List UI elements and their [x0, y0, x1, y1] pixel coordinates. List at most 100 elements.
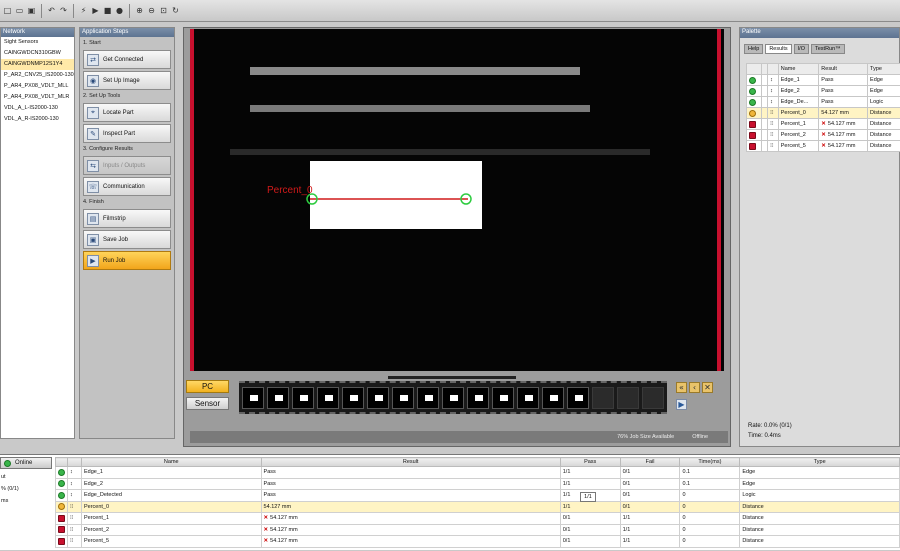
network-item[interactable]: Sight Sensors	[1, 37, 74, 48]
save-icon[interactable]: ▣	[26, 5, 37, 16]
step-button-locate-part[interactable]: ⌖Locate Part	[83, 103, 171, 122]
palette-row[interactable]: ⁝⁝Percent_054.127 mmDistance	[747, 108, 900, 119]
filmstrip-thumb[interactable]	[542, 387, 564, 409]
pc-view-button[interactable]: PC	[186, 380, 229, 393]
connect-icon: ⇄	[87, 54, 99, 66]
network-item[interactable]: P_AR2_CNV25_IS2000-130	[1, 70, 74, 81]
filmstrip-thumb[interactable]	[367, 387, 389, 409]
camera-image[interactable]: Percent_0	[190, 29, 724, 371]
filmstrip	[239, 381, 667, 414]
tab-results[interactable]: Results	[765, 44, 791, 54]
results-table: NameResultPassFailTime(ms)Type ↕Edge_1Pa…	[55, 457, 900, 548]
record-icon[interactable]: ●	[114, 5, 125, 16]
prev-frame-icon[interactable]: ‹	[689, 382, 700, 393]
filmstrip-thumb[interactable]	[442, 387, 464, 409]
palette-row[interactable]: ⁝⁝Percent_1✕54.127 mmDistance	[747, 119, 900, 130]
fail-status-icon	[58, 538, 65, 545]
row-time: 0	[680, 513, 740, 525]
open-icon[interactable]: ▭	[14, 5, 25, 16]
palette-row[interactable]: ⁝⁝Percent_2✕54.127 mmDistance	[747, 130, 900, 141]
filmstrip-thumb[interactable]	[242, 387, 264, 409]
results-row[interactable]: ↕Edge_2Pass1/10/10.1Edge	[56, 478, 900, 490]
filmstrip-thumb[interactable]	[267, 387, 289, 409]
fail-x-icon: ✕	[821, 121, 826, 127]
play-filmstrip-icon[interactable]: ▶	[676, 399, 687, 410]
results-row[interactable]: ⁝⁝Percent_054.127 mm1/10/10Distance	[56, 501, 900, 513]
zoom-in-icon[interactable]: ⊕	[134, 5, 145, 16]
tool-type-cell: ↕	[68, 467, 82, 479]
step-button-filmstrip[interactable]: ▤Filmstrip	[83, 209, 171, 228]
status-cell	[747, 75, 762, 86]
results-row[interactable]: ⁝⁝Percent_5✕54.127 mm0/11/10Distance	[56, 536, 900, 548]
row-fail: 0/1	[620, 501, 680, 513]
fail-status-icon	[749, 132, 756, 139]
filmstrip-thumb[interactable]	[467, 387, 489, 409]
filmstrip-thumb[interactable]	[292, 387, 314, 409]
palette-row[interactable]: ↕Edge_2PassEdge	[747, 86, 900, 97]
tab-help[interactable]: Help	[744, 44, 763, 54]
refresh-icon[interactable]: ↻	[170, 5, 181, 16]
stop-icon[interactable]: ■	[102, 5, 113, 16]
step-button-save-job[interactable]: ▣Save Job	[83, 230, 171, 249]
toolbar: □▭▣ ↶↷ ⚡▶■● ⊕⊖⊡↻	[0, 0, 900, 22]
tab-io[interactable]: I/O	[794, 44, 809, 54]
filmstrip-thumb[interactable]	[417, 387, 439, 409]
results-row[interactable]: ↕Edge_DetectedPass1/10/10Logic	[56, 490, 900, 502]
row-type: Edge	[740, 467, 900, 479]
communication-icon: ☏	[87, 181, 99, 193]
palette-row[interactable]: ⁝⁝Percent_5✕54.127 mmDistance	[747, 141, 900, 152]
zoom-fit-icon[interactable]: ⊡	[158, 5, 169, 16]
results-row[interactable]: ↕Edge_1Pass1/10/10.1Edge	[56, 467, 900, 479]
tab-testrun[interactable]: TestRun™	[811, 44, 845, 54]
filmstrip-thumb[interactable]	[517, 387, 539, 409]
pass-status-icon	[749, 99, 756, 106]
undo-icon[interactable]: ↶	[46, 5, 57, 16]
filmstrip-thumb[interactable]	[342, 387, 364, 409]
filmstrip-thumb[interactable]	[567, 387, 589, 409]
filmstrip-thumb[interactable]	[492, 387, 514, 409]
step-button-set-up-image[interactable]: ◉Set Up Image	[83, 71, 171, 90]
step-button-inspect-part[interactable]: ✎Inspect Part	[83, 124, 171, 143]
delete-frame-icon[interactable]: ✕	[702, 382, 713, 393]
network-item[interactable]: CAINGWDNMP12S1Y4	[1, 59, 74, 70]
edge-tool-icon: ↕	[770, 99, 773, 105]
palette-row[interactable]: ↕Edge_1PassEdge	[747, 75, 900, 86]
play-icon[interactable]: ▶	[90, 5, 101, 16]
row-fail: 0/1	[620, 490, 680, 502]
network-item[interactable]: P_AR4_PX08_VDLT_MLR	[1, 92, 74, 103]
step-button-run-job[interactable]: ▶Run Job	[83, 251, 171, 270]
connection-mode: Offline	[692, 434, 708, 440]
tool-type-cell: ↕	[68, 490, 82, 502]
io-icon: ⇆	[87, 160, 99, 172]
online-button[interactable]: Online	[0, 457, 52, 469]
network-item[interactable]: CAINGWDCN310GBW	[1, 48, 74, 59]
results-column-header: Pass	[560, 458, 620, 467]
filmstrip-play: ▶	[676, 399, 687, 410]
zoom-out-icon[interactable]: ⊖	[146, 5, 157, 16]
distance-tool-icon: ⁝⁝	[70, 527, 74, 533]
network-item[interactable]: VDL_A_L-IS2000-130	[1, 103, 74, 114]
step-button-get-connected[interactable]: ⇄Get Connected	[83, 50, 171, 69]
image-scroll-indicator[interactable]	[388, 376, 516, 379]
step-button-communication[interactable]: ☏Communication	[83, 177, 171, 196]
part-bar-top	[250, 67, 580, 75]
row-name: Edge_1	[81, 467, 261, 479]
new-icon[interactable]: □	[2, 5, 13, 16]
network-item[interactable]: P_AR4_PX08_VDLT_MLL	[1, 81, 74, 92]
first-frame-icon[interactable]: «	[676, 382, 687, 393]
palette-row[interactable]: ↕Edge_De...PassLogic	[747, 97, 900, 108]
pass-status-icon	[58, 469, 65, 476]
sensor-view-button[interactable]: Sensor	[186, 397, 229, 410]
pass-status-icon	[58, 480, 65, 487]
network-item[interactable]: VDL_A_R-IS2000-130	[1, 114, 74, 125]
row-result-text: 54.127 mm	[270, 538, 298, 544]
results-row[interactable]: ⁝⁝Percent_2✕54.127 mm0/11/10Distance	[56, 524, 900, 536]
filmstrip-thumb[interactable]	[392, 387, 414, 409]
step-button-label: Inspect Part	[103, 131, 135, 137]
filmstrip-thumb[interactable]	[317, 387, 339, 409]
status-cell	[747, 97, 762, 108]
redo-icon[interactable]: ↷	[58, 5, 69, 16]
trigger-icon[interactable]: ⚡	[78, 5, 89, 16]
row-type: Distance	[740, 524, 900, 536]
results-row[interactable]: ⁝⁝Percent_1✕54.127 mm0/11/10Distance	[56, 513, 900, 525]
